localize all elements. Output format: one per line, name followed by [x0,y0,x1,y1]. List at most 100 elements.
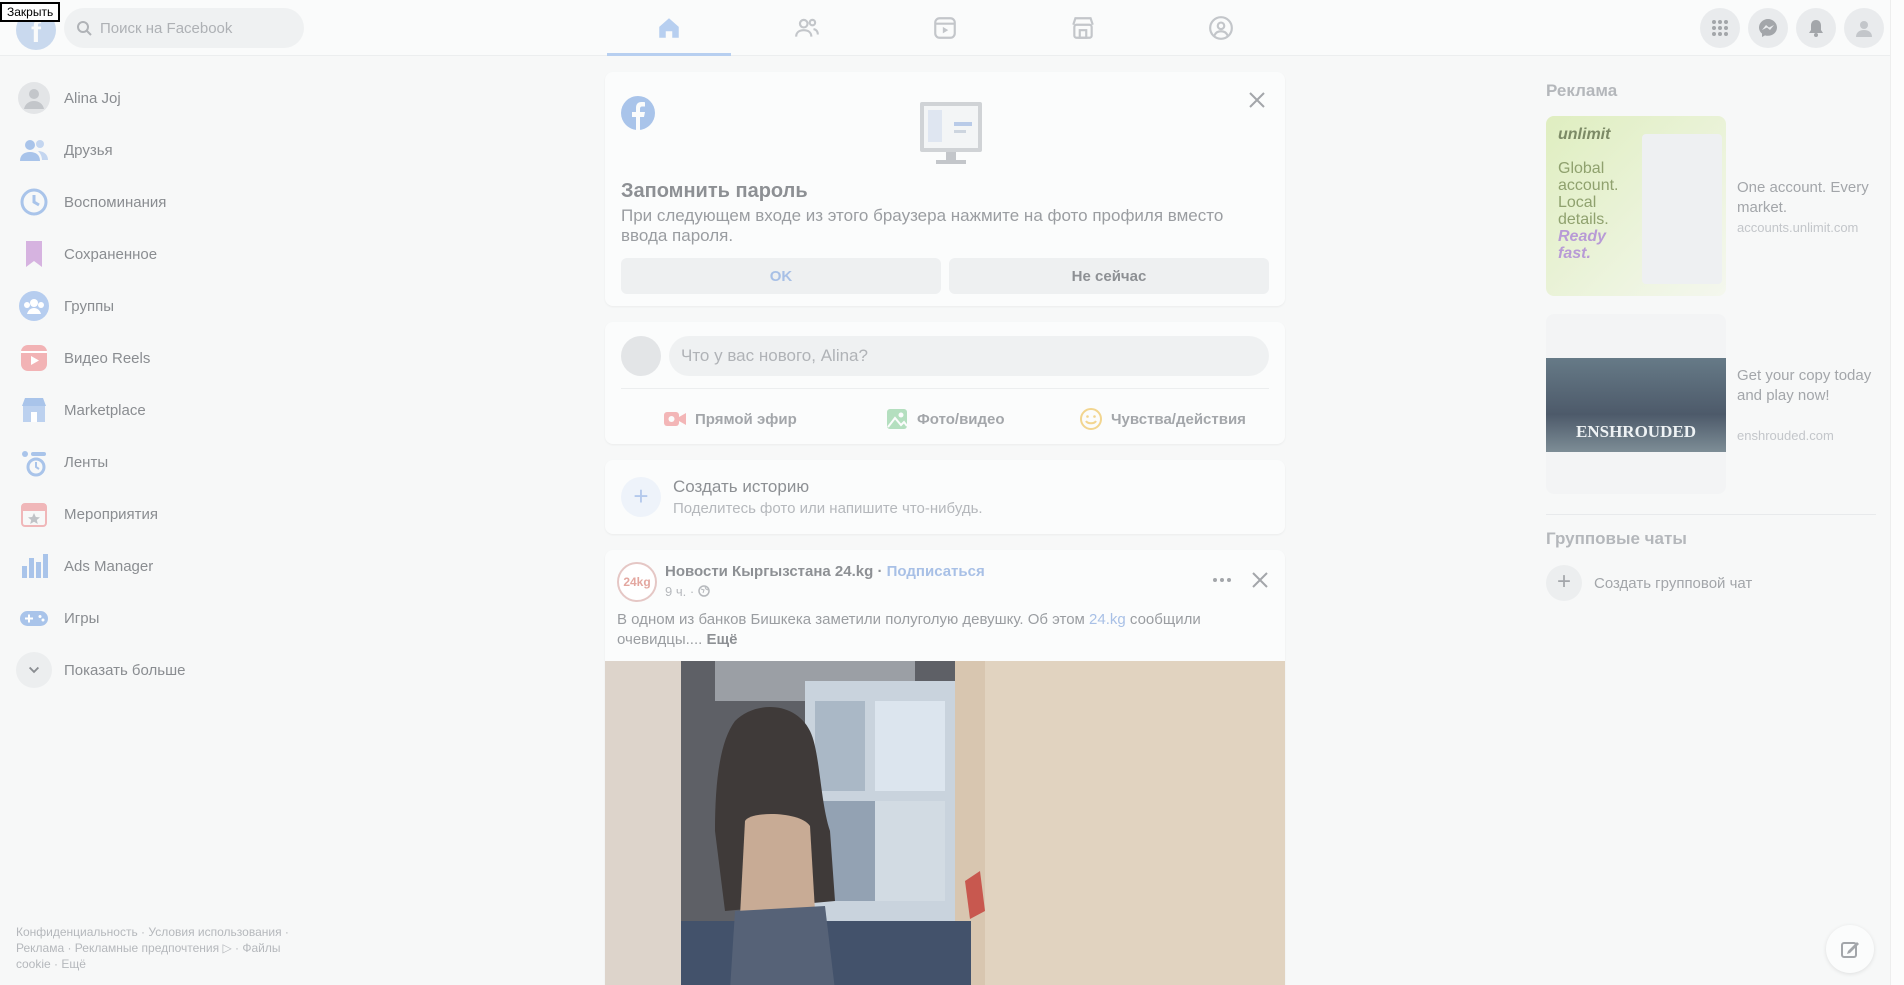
ad-image: ENSHROUDED [1546,314,1726,494]
new-message-button[interactable] [1826,925,1874,973]
notifications-button[interactable] [1796,8,1836,48]
not-now-button[interactable]: Не сейчас [949,258,1269,294]
ad-title: Get your copy today and play now! [1737,367,1872,404]
reels-icon [21,345,47,371]
sidebar-item-label: Сохраненное [64,245,158,263]
sidebar-item-label: Показать больше [64,661,186,679]
ad-slogan-2: Ready fast. [1558,228,1607,262]
composer-input[interactable]: Что у вас нового, Alina? [669,336,1269,376]
messenger-icon [1759,19,1777,37]
smile-icon [1080,408,1102,430]
home-icon [659,18,679,38]
scrollbar[interactable] [1890,0,1904,985]
live-video-label: Прямой эфир [695,410,797,428]
sidebar-item-label: Marketplace [64,401,146,419]
post-text-link[interactable]: 24.kg [1089,611,1126,628]
friends-icon [20,140,48,161]
grid-menu-icon [1712,20,1728,36]
marketplace-icon [22,398,46,422]
create-story-subtitle: Поделитесь фото или напишите что-нибудь. [673,500,983,517]
photo-video-label: Фото/видео [917,410,1005,428]
remember-password-description: При следующем входе из этого браузера на… [621,206,1224,245]
sidebar-footer-links[interactable]: Конфиденциальность · Условия использован… [16,924,316,972]
friends-icon [795,18,819,37]
account-button[interactable] [1844,8,1884,48]
menu-button[interactable] [1700,8,1740,48]
sidebar-item-label: Мероприятия [64,505,159,523]
subscribe-link[interactable]: Подписаться [887,563,985,580]
divider [1546,514,1876,515]
create-group-chat-button[interactable]: + Создать групповой чат [1546,565,1752,601]
close-icon[interactable] [1245,88,1269,112]
ad-enshrouded[interactable]: ENSHROUDED Get your copy today and play … [1546,314,1876,494]
avatar-icon [1856,21,1872,37]
sidebar-item-label: Группы [64,297,114,315]
bell-icon [1809,20,1823,37]
sidebar-item-friends[interactable]: Друзья [16,124,316,176]
divider [621,388,1269,389]
ok-button[interactable]: OK [621,258,941,294]
group-chats-heading: Групповые чаты [1546,529,1687,548]
sidebar-item-feeds[interactable]: Ленты [16,436,316,488]
sidebar-item-memories[interactable]: Воспоминания [16,176,316,228]
sidebar-item-show-more[interactable]: Показать больше [16,644,316,696]
photo-video-button[interactable]: Фото/видео [885,404,1005,434]
post-author[interactable]: Новости Кыргызстана 24.kg [665,563,873,580]
create-story-title: Создать историю [673,477,810,496]
chevron-down-icon [28,666,40,674]
sidebar-item-reels[interactable]: Видео Reels [16,332,316,384]
close-icon[interactable] [1248,568,1272,592]
plus-icon: + [1546,565,1582,601]
tab-marketplace[interactable] [1021,0,1145,56]
sidebar-item-marketplace[interactable]: Marketplace [16,384,316,436]
more-options-icon[interactable] [1210,568,1234,592]
plus-icon: + [621,477,661,517]
post-author-line: Новости Кыргызстана 24.kg · Подписаться [665,563,985,580]
compose-icon [1841,942,1859,958]
post-time[interactable]: 9 ч. · [665,584,694,599]
games-icon [20,611,48,626]
ad-url: accounts.unlimit.com [1737,220,1859,235]
marketplace-icon [1072,17,1094,39]
page-avatar[interactable]: 24kg [617,562,657,602]
sidebar-item-label: Ads Manager [64,557,154,575]
video-icon [934,17,956,39]
tab-groups[interactable] [1159,0,1283,56]
top-navigation-bar: f Поиск на Facebook [0,0,1904,56]
tab-friends[interactable] [745,0,869,56]
ad-mockup [1642,134,1722,284]
create-story-card[interactable]: + Создать историю Поделитесь фото или на… [605,460,1285,534]
main-nav-tabs [607,0,1297,56]
avatar[interactable] [621,336,661,376]
ad-title: One account. Every market. [1737,179,1869,216]
feeling-activity-button[interactable]: Чувства/действия [1079,404,1246,434]
see-more-link[interactable]: Ещё [706,631,737,648]
saved-icon [26,241,42,267]
sidebar-item-label: Видео Reels [64,349,151,367]
ads-heading: Реклама [1546,81,1618,100]
post-text: В одном из банков Бишкека заметили полуг… [617,610,1267,650]
close-tooltip: Закрыть [0,2,61,22]
live-video-button[interactable]: Прямой эфир [663,404,797,434]
sidebar-item-events[interactable]: Мероприятия [16,488,316,540]
sidebar-item-ads-manager[interactable]: Ads Manager [16,540,316,592]
create-group-chat-label: Создать групповой чат [1594,574,1753,592]
post-time-line: 9 ч. · [665,584,710,599]
globe-icon [698,585,710,597]
sidebar-item-saved[interactable]: Сохраненное [16,228,316,280]
photo-icon [887,409,908,429]
sidebar-item-profile[interactable]: Alina Joj [16,72,316,124]
tab-home[interactable] [607,0,731,56]
ad-unlimit[interactable]: unlimit Global account. Local details. R… [1546,116,1876,296]
tab-video[interactable] [883,0,1007,56]
memories-icon [20,188,48,216]
post-image[interactable] [605,661,1285,985]
remember-password-title: Запомнить пароль [621,180,808,202]
sidebar-item-groups[interactable]: Группы [16,280,316,332]
sidebar-item-label: Игры [64,609,100,627]
search-input[interactable]: Поиск на Facebook [64,8,304,48]
sidebar-item-games[interactable]: Игры [16,592,316,644]
messenger-button[interactable] [1748,8,1788,48]
ad-logo-text: unlimit [1558,126,1611,143]
groups-icon [1209,16,1233,40]
